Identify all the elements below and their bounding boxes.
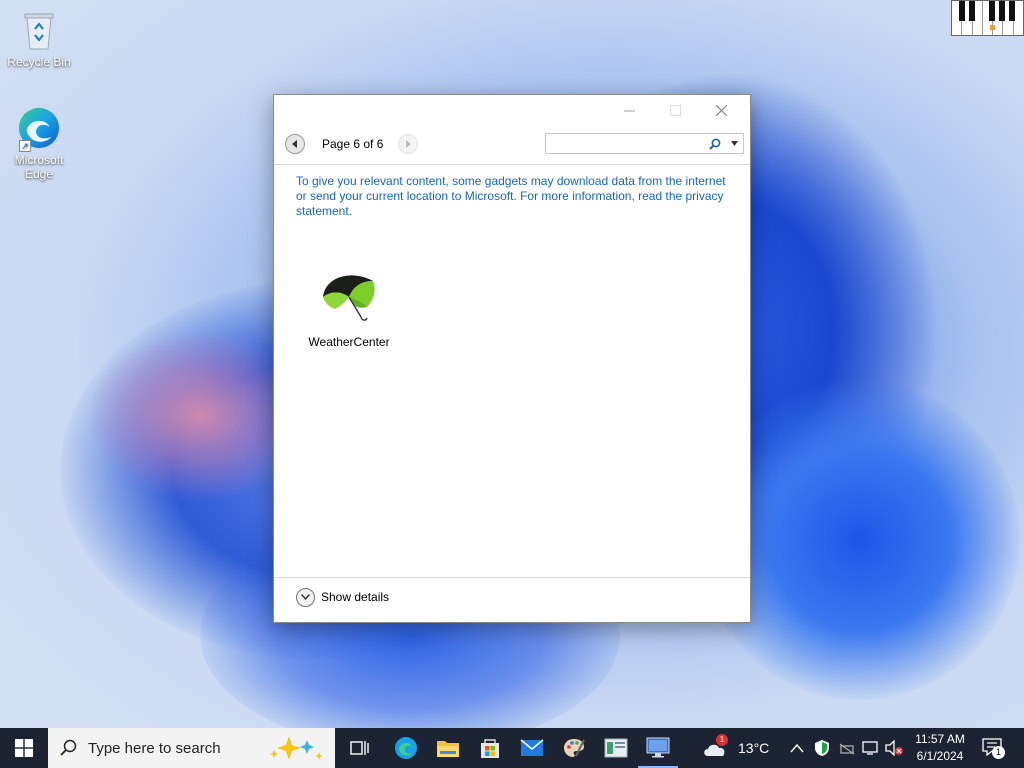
chevron-down-circle-icon <box>296 587 315 607</box>
gadget-gallery-window: Page 6 of 6 To give you relevant content… <box>273 94 751 623</box>
taskbar-mail-button[interactable] <box>512 728 552 768</box>
piano-gadget[interactable] <box>951 0 1024 36</box>
shortcut-arrow-icon: ↗ <box>19 140 31 152</box>
taskbar-file-explorer-button[interactable] <box>428 728 468 768</box>
volume-muted-icon <box>885 740 903 756</box>
arrow-left-icon <box>292 140 297 148</box>
notification-center-button[interactable]: 1 <box>982 728 1005 768</box>
monitor-icon <box>862 741 878 755</box>
search-icon[interactable] <box>709 138 721 150</box>
store-icon <box>481 739 499 758</box>
gadget-search-box[interactable] <box>545 133 744 154</box>
search-input[interactable] <box>550 134 700 153</box>
gadget-label: WeatherCenter <box>308 335 390 349</box>
folder-icon <box>437 741 459 757</box>
display-tray-icon[interactable] <box>862 728 880 768</box>
monitor-icon <box>646 737 670 758</box>
piano-black-key[interactable] <box>1009 1 1015 21</box>
privacy-info-text[interactable]: To give you relevant content, some gadge… <box>296 174 726 219</box>
security-tray-icon[interactable] <box>814 728 830 768</box>
piano-marker <box>990 25 995 30</box>
umbrella-icon <box>317 267 381 323</box>
desktop-icon-recycle-bin[interactable]: Recycle Bin <box>1 8 77 69</box>
maximize-icon <box>669 104 681 116</box>
desktop-icon-label: Recycle Bin <box>7 55 71 69</box>
minimize-button[interactable] <box>606 95 652 125</box>
taskbar-app-button[interactable] <box>596 728 636 768</box>
network-tray-icon[interactable] <box>838 728 856 768</box>
desktop-icon-edge[interactable]: ↗ Microsoft Edge <box>1 106 77 181</box>
taskbar-paint-button[interactable] <box>554 728 594 768</box>
clock-time: 11:57 AM <box>915 732 965 746</box>
chevron-down-icon[interactable] <box>731 141 738 146</box>
taskbar: Type here to search 1 13°C 11:57 AM 6/1/… <box>0 728 1024 768</box>
previous-page-button[interactable] <box>285 134 305 154</box>
taskbar-store-button[interactable] <box>470 728 510 768</box>
close-button[interactable] <box>698 95 744 125</box>
piano-black-key[interactable] <box>989 1 995 21</box>
search-placeholder: Type here to search <box>88 739 221 757</box>
notification-count-badge: 1 <box>992 746 1005 759</box>
clock-date: 6/1/2024 <box>916 749 964 763</box>
show-details-toggle[interactable]: Show details <box>296 586 389 608</box>
close-icon <box>715 104 727 116</box>
piano-key[interactable] <box>1014 1 1023 35</box>
piano-black-key[interactable] <box>999 1 1005 21</box>
desktop-icon-label: Microsoft Edge <box>14 153 64 181</box>
taskbar-edge-button[interactable] <box>386 728 426 768</box>
divider <box>274 577 750 578</box>
network-icon <box>839 743 855 755</box>
shield-icon <box>815 740 829 756</box>
paint-palette-icon <box>564 739 585 757</box>
weather-temp: 13°C <box>738 740 770 756</box>
show-details-label: Show details <box>321 590 390 604</box>
task-view-button[interactable] <box>340 728 380 768</box>
piano-black-key[interactable] <box>969 1 975 21</box>
gadget-tile-weathercenter[interactable]: WeatherCenter <box>302 267 396 349</box>
recycle-bin-icon <box>17 8 61 52</box>
volume-tray-icon[interactable] <box>884 728 904 768</box>
windows-logo-icon <box>15 739 33 757</box>
weather-widget[interactable]: 1 13°C <box>702 728 769 768</box>
edge-icon: ↗ <box>17 106 61 152</box>
maximize-button[interactable] <box>652 95 698 125</box>
mail-icon <box>520 739 544 756</box>
show-hidden-icons-button[interactable] <box>790 728 804 768</box>
page-indicator: Page 6 of 6 <box>322 137 384 151</box>
taskbar-gadgets-button[interactable] <box>638 728 678 768</box>
weather-badge: 1 <box>716 734 728 746</box>
edge-icon <box>395 737 417 759</box>
start-button[interactable] <box>0 728 48 768</box>
search-highlight-icon <box>269 736 323 760</box>
next-page-button[interactable] <box>398 134 418 154</box>
piano-black-key[interactable] <box>959 1 965 21</box>
chevron-up-icon <box>790 743 804 753</box>
window-app-icon <box>604 738 628 758</box>
minimize-icon <box>623 110 635 111</box>
search-icon <box>60 739 77 756</box>
taskbar-search-box[interactable]: Type here to search <box>48 728 335 768</box>
task-view-icon <box>350 741 369 755</box>
gallery-toolbar: Page 6 of 6 <box>274 131 750 157</box>
title-bar[interactable] <box>274 95 750 127</box>
taskbar-clock[interactable]: 11:57 AM 6/1/2024 <box>904 731 976 765</box>
divider <box>274 164 750 165</box>
arrow-right-icon <box>406 140 411 148</box>
